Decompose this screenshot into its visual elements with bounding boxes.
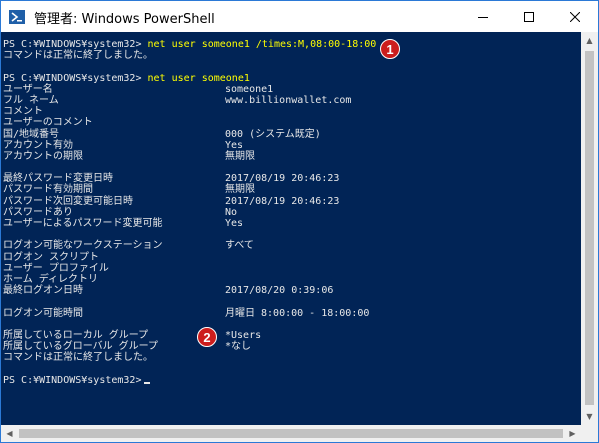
console-area[interactable]: PS C:¥WINDOWS¥system32> net user someone…	[1, 32, 581, 425]
vertical-scrollbar[interactable]: ▲ ▼	[581, 32, 598, 425]
horizontal-scrollbar[interactable]: ◀ ▶	[1, 425, 581, 442]
prompt-text: PS C:¥WINDOWS¥system32>	[3, 374, 142, 386]
field-label: パスワード有効期間	[3, 184, 93, 196]
field-value: Yes	[225, 218, 244, 229]
field-label: ユーザー名	[3, 83, 53, 95]
field-label: コメント	[3, 106, 43, 118]
field-row: 国/地域番号 000 (システム既定)	[3, 129, 376, 140]
field-row: 所属しているグローバル グループ *なし	[3, 341, 376, 352]
command-text: net user someone1	[147, 72, 250, 84]
minimize-button[interactable]	[460, 1, 506, 32]
prompt-text: PS C:¥WINDOWS¥system32>	[3, 72, 142, 84]
prompt-line[interactable]: PS C:¥WINDOWS¥system32>	[3, 375, 376, 386]
field-value: 無期限	[225, 184, 255, 196]
field-row: 最終パスワード変更日時 2017/08/19 20:46:23	[3, 173, 376, 184]
field-label: 所属しているグローバル グループ	[3, 341, 159, 353]
scrollbar-corner	[581, 425, 598, 442]
field-value: 無期限	[225, 150, 255, 162]
field-label: ログオン可能なワークステーション	[3, 240, 163, 252]
field-label: 所属しているローカル グループ	[3, 329, 149, 341]
field-row-logon-hours: ログオン可能時間 月曜日 8:00:00 - 18:00:00	[3, 308, 376, 319]
prompt-line: PS C:¥WINDOWS¥system32> net user someone…	[3, 39, 376, 50]
field-value: www.billionwallet.com	[225, 94, 352, 106]
field-label: ホーム ディレクトリ	[3, 273, 99, 285]
field-value: 2017/08/19 20:46:23	[225, 173, 340, 185]
window-title: 管理者: Windows PowerShell	[34, 12, 215, 27]
field-label: ユーザーによるパスワード変更可能	[3, 218, 163, 229]
command-text: net user someone1 /times:M,08:00-18:00	[147, 39, 377, 50]
console-output: PS C:¥WINDOWS¥system32> net user someone…	[3, 39, 376, 386]
field-row: 所属しているローカル グループ *Users	[3, 330, 376, 341]
field-value: *なし	[225, 341, 252, 353]
powershell-window: 管理者: Windows PowerShell PS C:¥WINDOWS¥sy…	[0, 0, 599, 443]
field-row: パスワードあり No	[3, 207, 376, 218]
field-row: ホーム ディレクトリ	[3, 274, 376, 285]
powershell-icon	[9, 10, 25, 24]
field-row: アカウントの期限 無期限	[3, 151, 376, 162]
field-label: パスワード次回変更可能日時	[3, 195, 133, 207]
field-label: 最終パスワード変更日時	[3, 173, 113, 185]
field-label: ユーザー プロファイル	[3, 262, 109, 274]
field-row: ユーザー名 someone1	[3, 84, 376, 95]
field-row: ユーザー プロファイル	[3, 263, 376, 274]
field-row: ユーザーによるパスワード変更可能 Yes	[3, 218, 376, 229]
field-value: 000 (システム既定)	[225, 128, 321, 140]
field-label: ログオン可能時間	[3, 307, 83, 319]
field-label: 国/地域番号	[3, 128, 60, 140]
field-value: 2017/08/19 20:46:23	[225, 195, 340, 207]
field-row: パスワード有効期間 無期限	[3, 184, 376, 195]
callout-marker-2: 2	[197, 327, 217, 347]
text-cursor	[144, 381, 151, 384]
field-row: ユーザーのコメント	[3, 117, 376, 128]
field-value: *Users	[225, 329, 262, 341]
field-value: Yes	[225, 139, 244, 151]
field-value: 2017/08/20 0:39:06	[225, 285, 334, 297]
minimize-icon	[478, 16, 488, 18]
field-label: アカウント有効	[3, 139, 73, 151]
vertical-scroll-thumb[interactable]	[585, 51, 594, 405]
field-row: フル ネーム www.billionwallet.com	[3, 95, 376, 106]
field-label: フル ネーム	[3, 94, 59, 106]
scroll-right-icon[interactable]: ▶	[564, 425, 581, 442]
field-row: ログオン可能なワークステーション すべて	[3, 240, 376, 251]
close-icon	[570, 11, 580, 22]
prompt-line: PS C:¥WINDOWS¥system32> net user someone…	[3, 73, 376, 84]
field-value: 月曜日 8:00:00 - 18:00:00	[225, 307, 370, 319]
field-row: ログオン スクリプト	[3, 252, 376, 263]
field-label: ユーザーのコメント	[3, 117, 93, 129]
field-label: 最終ログオン日時	[3, 285, 83, 297]
field-value: No	[225, 206, 238, 218]
callout-marker-1: 1	[380, 39, 400, 59]
field-value: someone1	[225, 83, 274, 95]
prompt-text: PS C:¥WINDOWS¥system32>	[3, 39, 142, 50]
output-line: コマンドは正常に終了しました。	[3, 50, 153, 62]
maximize-icon	[524, 11, 534, 22]
horizontal-scroll-thumb[interactable]	[19, 429, 563, 438]
scroll-down-icon[interactable]: ▼	[581, 408, 598, 425]
field-label: ログオン スクリプト	[3, 251, 100, 263]
maximize-button[interactable]	[506, 1, 552, 32]
scroll-left-icon[interactable]: ◀	[1, 425, 18, 442]
output-line: コマンドは正常に終了しました。	[3, 352, 153, 364]
field-value: すべて	[225, 240, 254, 252]
title-bar[interactable]: 管理者: Windows PowerShell	[1, 1, 598, 32]
close-button[interactable]	[552, 1, 598, 32]
field-label: アカウントの期限	[3, 150, 83, 162]
field-row: アカウント有効 Yes	[3, 140, 376, 151]
field-row: コメント	[3, 106, 376, 117]
field-row: 最終ログオン日時 2017/08/20 0:39:06	[3, 285, 376, 296]
field-row: パスワード次回変更可能日時 2017/08/19 20:46:23	[3, 196, 376, 207]
scroll-up-icon[interactable]: ▲	[581, 32, 598, 49]
field-label: パスワードあり	[3, 206, 73, 218]
